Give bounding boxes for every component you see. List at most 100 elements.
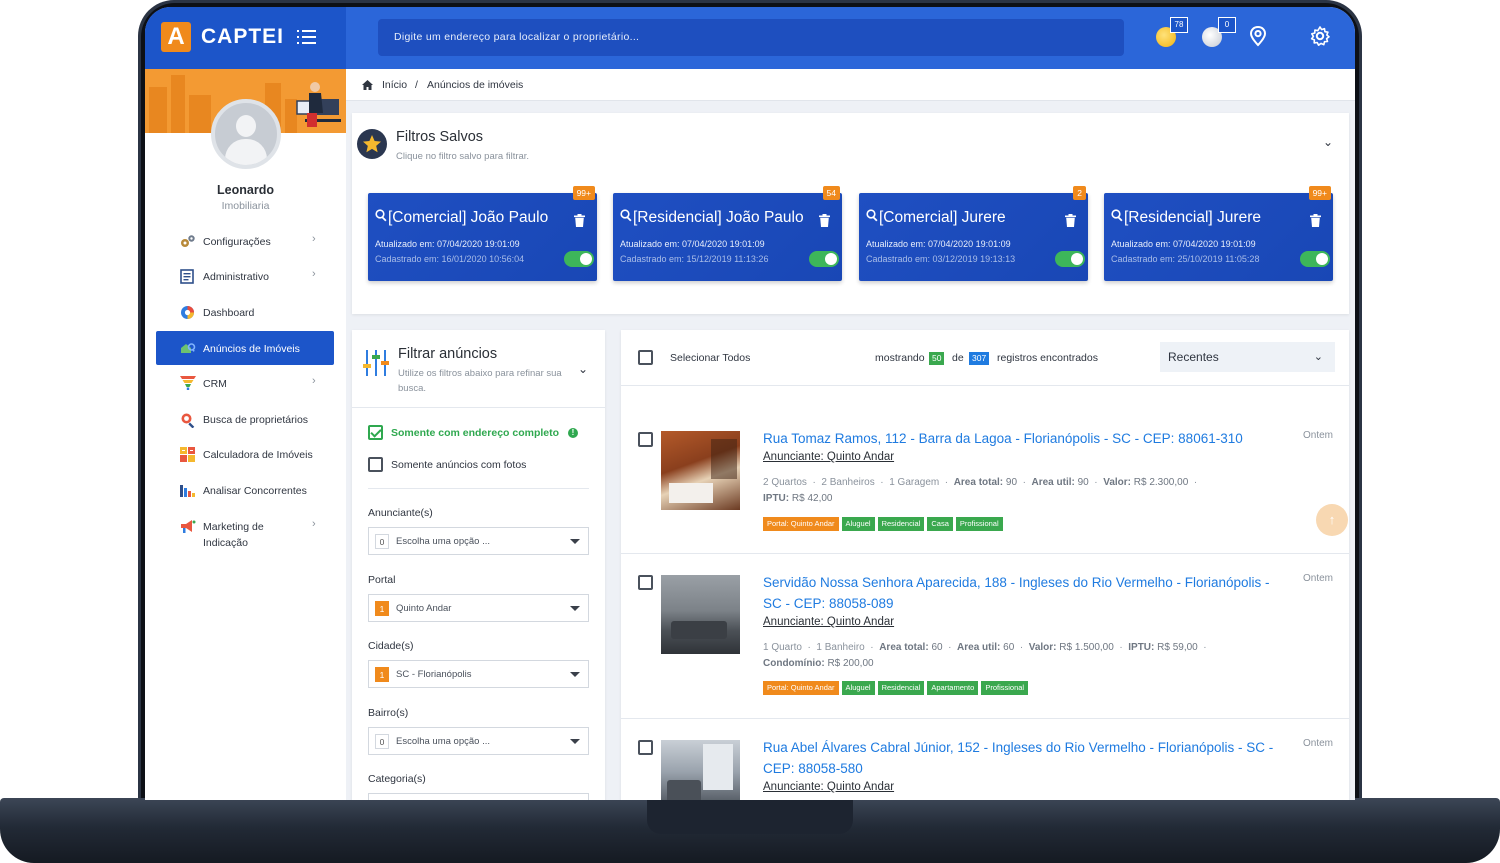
sidebar-item-busca-proprietarios[interactable]: Busca de proprietários [156, 402, 334, 436]
gears-icon [180, 234, 195, 248]
saved-filter-tile[interactable]: 2 [Comercial] Jurere Atualizado em: 07/0… [859, 186, 1088, 281]
selected-count: 1 [375, 601, 389, 616]
sidebar-item-label: Busca de proprietários [203, 414, 309, 426]
tag[interactable]: Portal: Quinto Andar [763, 517, 839, 531]
listing-advertiser[interactable]: Anunciante: Quinto Andar [763, 616, 894, 628]
listing-photo[interactable] [661, 575, 740, 654]
saved-filter-toggle[interactable] [809, 251, 839, 267]
tag[interactable]: Residencial [877, 517, 925, 531]
listing-photo[interactable] [661, 740, 740, 800]
listing-title[interactable]: Rua Tomaz Ramos, 112 - Barra da Lagoa - … [763, 428, 1283, 449]
select-all-checkbox[interactable] [638, 350, 653, 365]
cidade-select[interactable]: 1 SC - Florianópolis [368, 660, 589, 688]
portal-select[interactable]: 1 Quinto Andar [368, 594, 589, 622]
saved-filter-toggle[interactable] [564, 251, 594, 267]
scroll-to-top-button[interactable]: ↑ [1316, 504, 1348, 536]
complete-address-checkbox[interactable] [368, 425, 383, 440]
address-search-input[interactable]: Digite um endereço para localizar o prop… [378, 19, 1124, 56]
sidebar-item-label: Anúncios de Imóveis [203, 343, 300, 355]
saved-filter-updated: Atualizado em: 07/04/2020 19:01:09 [866, 239, 1011, 249]
gold-coin-count: 78 [1170, 17, 1188, 33]
saved-filter-created: Cadastrado em: 03/12/2019 19:13:13 [866, 254, 1016, 264]
divider [368, 488, 589, 489]
tag[interactable]: Profissional [981, 681, 1029, 695]
trash-icon[interactable] [574, 214, 585, 227]
tag[interactable]: Aluguel [841, 517, 875, 531]
avatar[interactable] [211, 99, 281, 169]
portal-label: Portal [368, 574, 396, 586]
found-label: registros encontrados [997, 352, 1098, 364]
sidebar-item-concorrentes[interactable]: Analisar Concorrentes [156, 473, 334, 507]
trash-icon[interactable] [819, 214, 830, 227]
laptop-notch [647, 798, 853, 834]
filter-panel-title: Filtrar anúncios [398, 346, 498, 362]
breadcrumb-home[interactable]: Início [382, 79, 407, 91]
sidebar-item-dashboard[interactable]: Dashboard [156, 295, 334, 329]
user-name: Leonardo [217, 183, 274, 197]
tag[interactable]: Apartamento [927, 681, 979, 695]
listing-checkbox[interactable] [638, 432, 653, 447]
map-pin-icon[interactable] [1247, 25, 1269, 47]
saved-filter-title: [Comercial] João Paulo [375, 209, 548, 227]
chevron-down-icon[interactable]: ⌄ [1323, 135, 1333, 149]
sidebar-item-administrativo[interactable]: Administrativo › [156, 259, 334, 293]
only-photos-checkbox[interactable] [368, 457, 383, 472]
trash-icon[interactable] [1310, 214, 1321, 227]
sidebar-item-calculadora[interactable]: Calculadora de Imóveis [156, 437, 334, 471]
tag[interactable]: Profissional [955, 517, 1003, 531]
listing-checkbox[interactable] [638, 575, 653, 590]
silver-coin-count: 0 [1218, 17, 1236, 33]
tag[interactable]: Aluguel [841, 681, 875, 695]
listing-photo[interactable] [661, 431, 740, 510]
saved-filters-card: Filtros Salvos Clique no filtro salvo pa… [352, 113, 1349, 314]
gear-icon[interactable] [1309, 25, 1331, 47]
sort-value: Recentes [1168, 350, 1219, 364]
logo-text[interactable]: CAPTEI [201, 25, 284, 49]
sidebar-item-marketing[interactable]: Marketing de Indicação › [156, 509, 334, 553]
listing-specs: 2 Quartos · 2 Banheiros · 1 Garagem · Ar… [763, 477, 1198, 504]
sidebar-item-crm[interactable]: CRM › [156, 366, 334, 400]
complete-address-label[interactable]: Somente com endereço completo [391, 427, 559, 439]
total-count-badge: 307 [969, 352, 990, 365]
info-icon[interactable]: ! [568, 428, 578, 438]
menu-toggle-icon[interactable] [297, 29, 316, 45]
saved-filter-tile[interactable]: 99+ [Comercial] João Paulo Atualizado em… [368, 186, 597, 281]
logo-icon[interactable]: A [161, 22, 191, 52]
categoria-select[interactable] [368, 793, 589, 800]
saved-filter-toggle[interactable] [1055, 251, 1085, 267]
sidebar-item-label: Marketing de Indicação [203, 521, 264, 549]
select-all-label[interactable]: Selecionar Todos [670, 352, 750, 364]
listing-item[interactable]: Rua Abel Álvares Cabral Júnior, 152 - In… [621, 719, 1349, 800]
listing-checkbox[interactable] [638, 740, 653, 755]
anunciante-select[interactable]: 0 Escolha uma opção ... [368, 527, 589, 555]
listing-advertiser[interactable]: Anunciante: Quinto Andar [763, 781, 894, 793]
tag[interactable]: Residencial [877, 681, 925, 695]
shown-count-badge: 50 [929, 352, 945, 365]
laptop-frame: A CAPTEI Digite um endereço para localiz… [0, 0, 1500, 863]
house-search-icon [180, 341, 196, 355]
saved-filter-title: [Residencial] João Paulo [620, 209, 804, 227]
listing-title[interactable]: Rua Abel Álvares Cabral Júnior, 152 - In… [763, 737, 1283, 779]
saved-filter-tile[interactable]: 54 [Residencial] João Paulo Atualizado e… [613, 186, 842, 281]
tag[interactable]: Portal: Quinto Andar [763, 681, 839, 695]
listing-item[interactable]: Rua Tomaz Ramos, 112 - Barra da Lagoa - … [621, 408, 1349, 554]
listing-advertiser[interactable]: Anunciante: Quinto Andar [763, 451, 894, 463]
app-screen: A CAPTEI Digite um endereço para localiz… [145, 7, 1355, 800]
only-photos-label[interactable]: Somente anúncios com fotos [391, 459, 526, 471]
home-icon[interactable] [362, 80, 373, 90]
listing-item[interactable]: Servidão Nossa Senhora Aparecida, 188 - … [621, 554, 1349, 719]
bairro-select[interactable]: 0 Escolha uma opção ... [368, 727, 589, 755]
sliders-icon [363, 348, 391, 383]
sidebar-item-configuracoes[interactable]: Configurações › [156, 224, 334, 258]
saved-filter-tile[interactable]: 99+ [Residencial] Jurere Atualizado em: … [1104, 186, 1333, 281]
sort-select[interactable]: Recentes ⌄ [1160, 342, 1335, 372]
chevron-down-icon[interactable]: ⌄ [578, 362, 588, 376]
listing-title[interactable]: Servidão Nossa Senhora Aparecida, 188 - … [763, 572, 1283, 614]
listing-specs: 1 Quarto · 1 Banheiro · Area total: 60 ·… [763, 642, 1207, 669]
saved-filter-toggle[interactable] [1300, 251, 1330, 267]
sidebar-item-anuncios[interactable]: Anúncios de Imóveis [156, 331, 334, 365]
trash-icon[interactable] [1065, 214, 1076, 227]
tag[interactable]: Casa [927, 517, 953, 531]
filter-panel: Filtrar anúncios Utilize os filtros abai… [352, 330, 605, 800]
chevron-right-icon: › [312, 375, 316, 387]
